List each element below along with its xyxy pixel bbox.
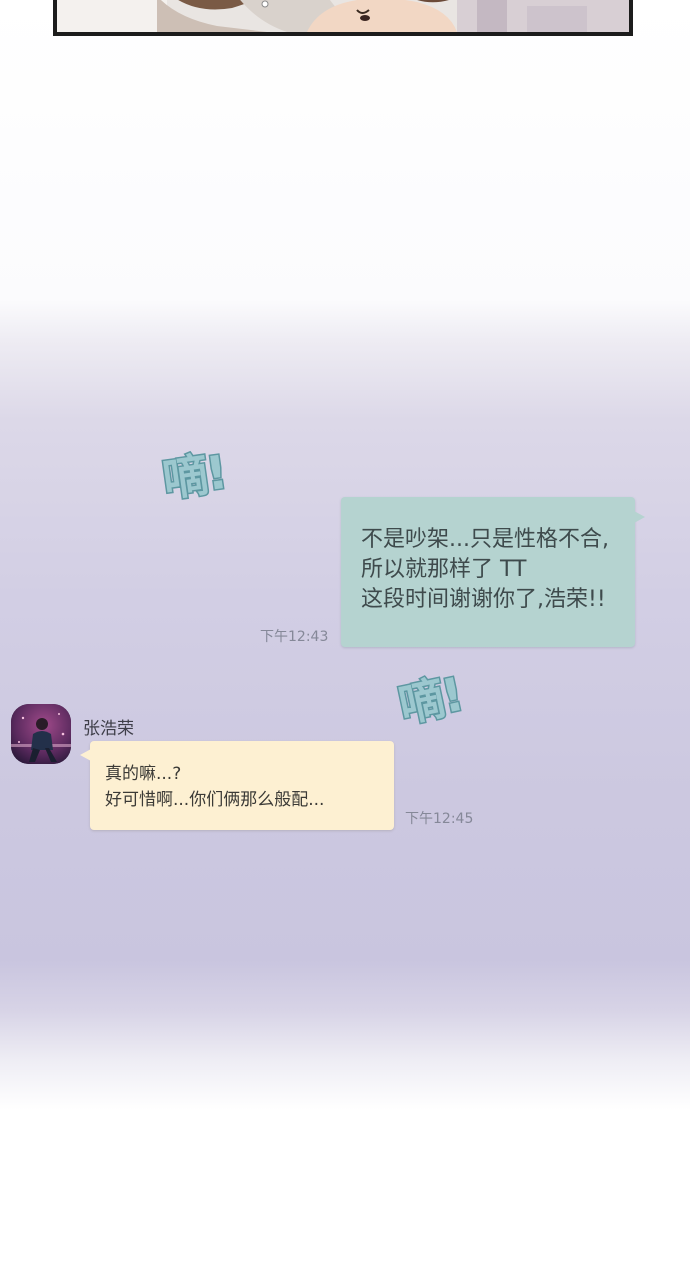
sender-name: 张浩荣	[83, 719, 134, 739]
top-comic-panel	[53, 0, 633, 36]
outgoing-message-line: 不是吵架...只是性格不合,	[361, 527, 609, 552]
avatar-image	[11, 704, 71, 764]
outgoing-message-line: 所以就那样了 TT	[361, 557, 527, 582]
sound-effect-beep-2: 嘀!	[392, 665, 468, 734]
incoming-message-bubble: 真的嘛...? 好可惜啊...你们俩那么般配...	[80, 741, 394, 830]
sender-avatar[interactable]	[11, 704, 71, 764]
outgoing-message-bubble: 不是吵架...只是性格不合, 所以就那样了 TT 这段时间谢谢你了,浩荣!!	[341, 497, 645, 647]
sound-effect-beep-1: 嘀!	[157, 443, 230, 508]
incoming-message-line: 真的嘛...?	[105, 764, 182, 784]
outgoing-message-timestamp: 下午12:43	[260, 629, 329, 645]
incoming-message-timestamp: 下午12:45	[405, 811, 474, 827]
outgoing-message-line: 这段时间谢谢你了,浩荣!!	[361, 587, 606, 612]
incoming-message-line: 好可惜啊...你们俩那么般配...	[105, 790, 325, 810]
comic-panel-art	[57, 0, 629, 32]
